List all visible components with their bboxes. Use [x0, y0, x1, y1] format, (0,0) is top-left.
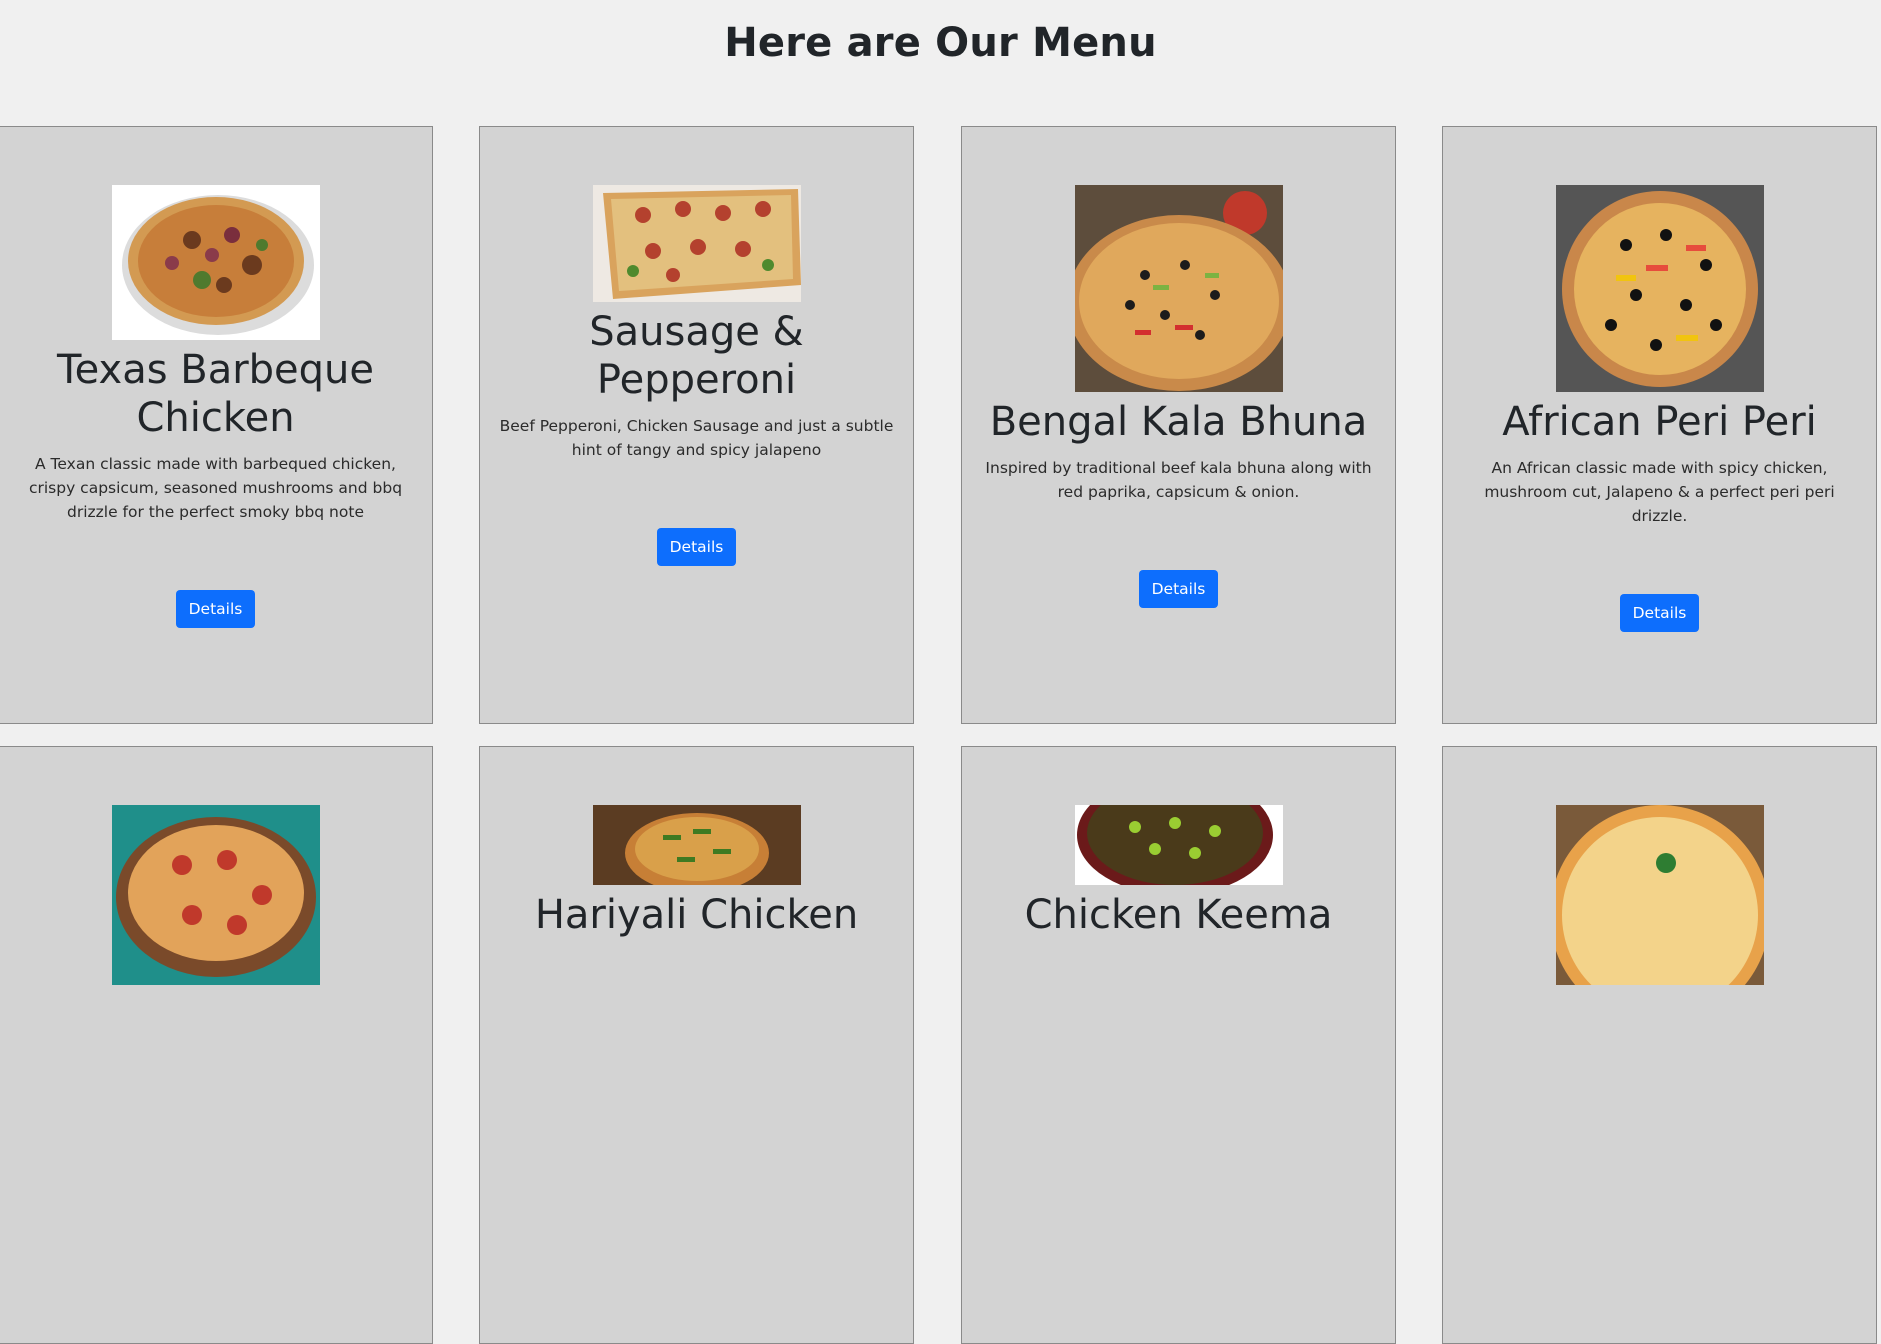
pizza-image: [1074, 185, 1283, 392]
details-button[interactable]: Details: [1138, 570, 1219, 608]
pizza-image: [592, 805, 801, 885]
page-title: Here are Our Menu: [724, 20, 1157, 66]
menu-card-bengal-kala-bhuna: Bengal Kala Bhuna Inspired by traditiona…: [961, 126, 1396, 724]
card-title: Sausage & Pepperoni: [589, 309, 804, 403]
card-title: African Peri Peri: [1502, 399, 1817, 445]
details-button[interactable]: Details: [656, 528, 737, 566]
pizza-image: [111, 185, 320, 340]
pizza-image: [111, 805, 320, 985]
pizza-image: [592, 185, 801, 302]
menu-card-texas-barbeque-chicken: Texas Barbeque Chicken A Texan classic m…: [0, 126, 433, 724]
details-button[interactable]: Details: [175, 590, 256, 628]
card-description: Inspired by traditional beef kala bhuna …: [985, 459, 1372, 501]
details-button[interactable]: Details: [1619, 594, 1700, 632]
menu-card-chicken-keema: Chicken Keema: [961, 746, 1396, 1344]
pizza-image: [1555, 805, 1764, 985]
menu-card: [0, 746, 433, 1344]
card-description: A Texan classic made with barbequed chic…: [28, 455, 403, 521]
card-description: An African classic made with spicy chick…: [1484, 459, 1835, 525]
card-title: Texas Barbeque Chicken: [56, 347, 375, 441]
menu-card-sausage-pepperoni: Sausage & Pepperoni Beef Pepperoni, Chic…: [479, 126, 914, 724]
card-description: Beef Pepperoni, Chicken Sausage and just…: [499, 417, 894, 459]
menu-card-hariyali-chicken: Hariyali Chicken: [479, 746, 914, 1344]
card-title: Bengal Kala Bhuna: [989, 399, 1368, 445]
menu-card-african-peri-peri: African Peri Peri An African classic mad…: [1442, 126, 1877, 724]
pizza-image: [1555, 185, 1764, 392]
pizza-image: [1074, 805, 1283, 885]
menu-card: [1442, 746, 1877, 1344]
